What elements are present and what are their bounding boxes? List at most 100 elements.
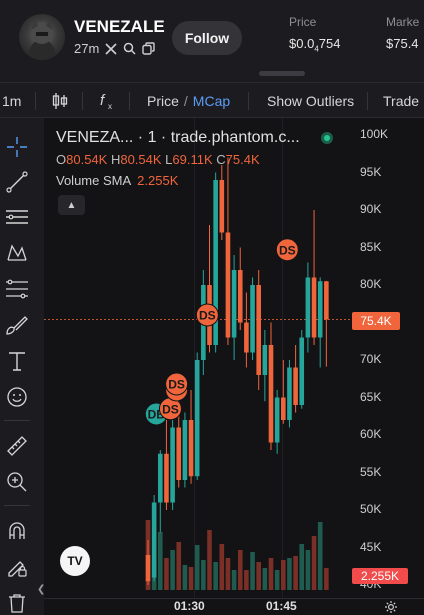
candle-body	[262, 345, 268, 375]
copy-icon[interactable]	[142, 42, 155, 55]
candle-body	[317, 281, 323, 338]
token-meta: 27m	[74, 41, 155, 56]
drawing-toolbar-divider	[4, 505, 30, 506]
legend-title: VENEZA... · 1 · trade.phantom.c...	[56, 129, 300, 146]
market-cap-value: $75.4	[386, 36, 419, 51]
trend-line-icon[interactable]	[4, 169, 30, 195]
candle-body	[268, 345, 274, 443]
emoji-icon[interactable]	[4, 384, 30, 410]
volume-bar	[170, 550, 175, 590]
volume-bar	[299, 544, 305, 590]
price-tick: 90K	[360, 202, 382, 216]
pattern-icon[interactable]	[4, 240, 30, 266]
volume-bar	[244, 570, 249, 590]
candle-body	[244, 322, 249, 353]
gear-icon[interactable]	[384, 600, 398, 615]
volume-bar	[201, 560, 206, 590]
candle-body	[250, 285, 255, 353]
chart-toolbar: 1m f x Price / MCap Show Outliers Trade	[0, 82, 424, 118]
token-age: 27m	[74, 41, 100, 56]
open-value: 80.54K	[66, 152, 108, 167]
market-cap-label: Marke	[386, 15, 420, 29]
time-axis[interactable]: 01:30 01:45	[44, 598, 424, 615]
last-price-label: 75.4K	[352, 312, 400, 330]
search-icon[interactable]	[123, 42, 136, 55]
candle-body	[164, 453, 169, 503]
drawing-toolbar-divider	[4, 420, 30, 421]
candlestick-plot[interactable]: DBDSLDSDSDS	[44, 118, 350, 598]
price-tick: 85K	[360, 239, 382, 254]
candle-body	[170, 427, 175, 503]
toolbar-divider	[35, 92, 36, 110]
follow-button[interactable]: Follow	[172, 21, 242, 55]
price-value: $0.04754	[289, 36, 341, 54]
zoom-in-icon[interactable]	[4, 469, 30, 495]
market-cap-stat: Marke $75.4	[386, 15, 419, 51]
crosshair-icon[interactable]	[4, 134, 30, 160]
candle-body	[231, 270, 237, 338]
brush-icon[interactable]	[4, 312, 30, 338]
volume-bar	[194, 545, 200, 590]
header-scroll-indicator	[259, 71, 305, 76]
price-tick: 50K	[360, 502, 382, 516]
volume-bar	[281, 560, 286, 590]
legend-collapse-button[interactable]: ▲	[58, 195, 85, 215]
candle-body	[324, 281, 329, 320]
show-outliers-button[interactable]: Show Outliers	[267, 83, 354, 119]
volume-bar	[158, 532, 163, 590]
candle-body	[305, 277, 311, 338]
ruler-icon[interactable]	[4, 433, 30, 459]
trade-marker-label: DS	[279, 243, 296, 257]
horizontal-lines-icon[interactable]	[4, 204, 30, 230]
text-icon[interactable]	[4, 348, 30, 374]
trade-button[interactable]: Trade	[383, 83, 419, 119]
toggle-separator: /	[183, 93, 188, 109]
low-value: 69.11K	[172, 152, 213, 167]
volume-bar	[219, 544, 225, 590]
volume-bar	[213, 562, 218, 590]
trash-icon[interactable]	[4, 590, 30, 615]
price-mcap-toggle[interactable]: Price / MCap	[147, 83, 230, 119]
price-axis[interactable]: 100K95K90K85K80K75K70K65K60K55K50K45K40K	[350, 118, 424, 598]
volume-bar	[164, 558, 169, 590]
price-toggle-label[interactable]: Price	[147, 93, 179, 109]
candle-body	[293, 367, 298, 405]
volume-bar	[287, 558, 292, 590]
toolbar-divider	[248, 92, 249, 110]
volume-bar	[176, 542, 182, 590]
interval-selector[interactable]: 1m	[2, 83, 21, 119]
legend-volume: Volume SMA 2.255K	[56, 173, 179, 188]
candle-body	[182, 420, 188, 480]
candle-body	[176, 427, 182, 480]
candle-body	[194, 360, 200, 477]
token-avatar[interactable]	[19, 14, 65, 60]
mcap-toggle-label[interactable]: MCap	[193, 93, 230, 109]
indicators-icon[interactable]: f x	[100, 83, 116, 119]
price-tick: 70K	[360, 352, 382, 366]
candle-body	[299, 337, 305, 405]
price-tick: 60K	[360, 427, 382, 441]
volume-bar	[237, 550, 243, 590]
price-label: Price	[289, 15, 317, 29]
legend-ohlc: O80.54K H80.54K L69.11K C75.4K	[56, 152, 260, 167]
toolbar-divider	[367, 92, 368, 110]
toolbar-divider	[82, 92, 83, 110]
candle-body	[256, 285, 261, 375]
tradingview-logo[interactable]: TV	[60, 546, 90, 576]
candle-body	[281, 397, 286, 420]
price-tick: 80K	[360, 277, 382, 291]
volume-bar	[293, 556, 298, 590]
price-tick: 95K	[360, 164, 382, 179]
svg-text:f: f	[100, 92, 106, 109]
fib-icon[interactable]	[4, 276, 30, 302]
volume-bar	[268, 558, 274, 590]
lock-draw-icon[interactable]	[4, 554, 30, 580]
token-header: VENEZALE 27m Follow Price $0.04754 Marke…	[0, 0, 424, 82]
volume-bar	[311, 536, 317, 590]
candle-type-icon[interactable]	[52, 83, 68, 119]
trade-marker-label: DS	[162, 402, 179, 416]
magnet-icon[interactable]	[4, 518, 30, 544]
toolbar-divider	[129, 92, 130, 110]
candle-body	[188, 420, 194, 477]
x-icon[interactable]	[105, 42, 117, 55]
